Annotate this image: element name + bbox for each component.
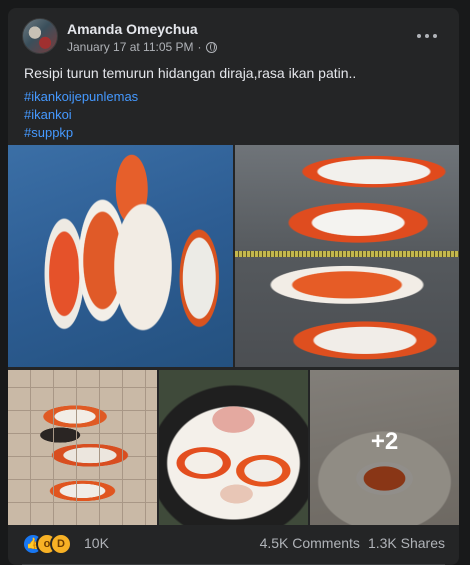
post-caption: Resipi turun temurun hidangan diraja,ras… xyxy=(24,65,357,81)
dot-icon xyxy=(417,34,421,38)
shares-count[interactable]: 1.3K Shares xyxy=(368,535,445,551)
post-card: Amanda Omeychua January 17 at 11:05 PM ·… xyxy=(8,8,459,565)
haha-icon: D xyxy=(50,533,72,555)
dot-icon xyxy=(425,34,429,38)
more-options-icon[interactable] xyxy=(417,32,437,40)
hashtag-link[interactable]: #ikankoi xyxy=(24,106,138,124)
reaction-count[interactable]: 10K xyxy=(84,535,109,551)
more-photos-count: +2 xyxy=(370,428,399,455)
photo-koi-in-pot[interactable] xyxy=(159,370,308,525)
hashtag-link[interactable]: #suppkp xyxy=(24,124,138,142)
photo-grid: +2 xyxy=(8,145,459,525)
measuring-tape xyxy=(235,251,459,257)
meta-separator: · xyxy=(197,40,202,54)
dot-icon xyxy=(433,34,437,38)
globe-icon[interactable] xyxy=(205,41,217,53)
comments-count[interactable]: 4.5K Comments xyxy=(260,535,360,551)
photo-koi-bundle[interactable] xyxy=(8,145,233,367)
floor-tiles xyxy=(8,370,157,525)
photo-koi-on-table[interactable] xyxy=(235,145,459,367)
author-name[interactable]: Amanda Omeychua xyxy=(67,21,198,37)
post-footer: 👍 o D 10K 4.5K Comments 1.3K Shares xyxy=(22,531,445,555)
hashtag-list: #ikankoijepunlemas #ikankoi #suppkp xyxy=(24,88,138,142)
post-header: Amanda Omeychua January 17 at 11:05 PM · xyxy=(22,18,449,62)
engagement-stats: 4.5K Comments 1.3K Shares xyxy=(260,535,445,551)
post-meta: January 17 at 11:05 PM · xyxy=(67,40,217,54)
reaction-icons[interactable]: 👍 o D xyxy=(22,533,76,555)
timestamp[interactable]: January 17 at 11:05 PM xyxy=(67,40,194,54)
hashtag-link[interactable]: #ikankoijepunlemas xyxy=(24,88,138,106)
avatar[interactable] xyxy=(22,18,58,54)
photo-koi-on-floor[interactable] xyxy=(8,370,157,525)
photo-koi-soup[interactable]: +2 xyxy=(310,370,459,525)
